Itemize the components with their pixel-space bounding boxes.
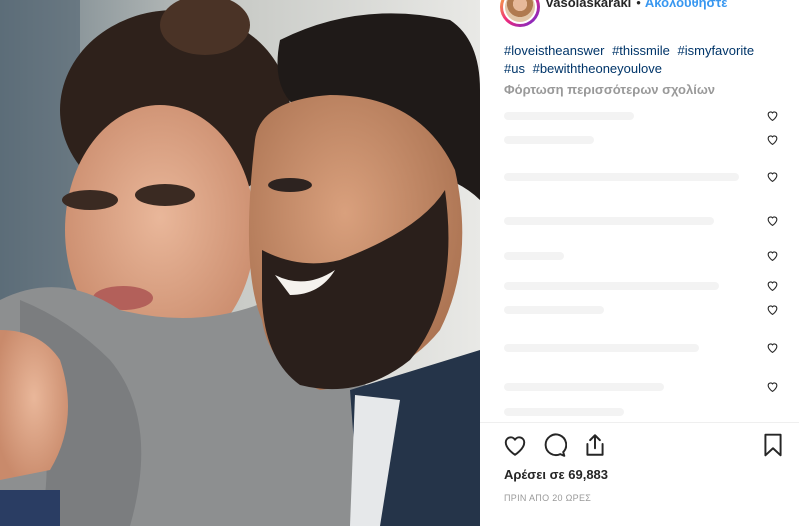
hashtag-link[interactable]: #ismyfavorite [678, 43, 755, 58]
avatar-image [505, 0, 535, 22]
comment-like-heart-icon[interactable] [766, 249, 779, 262]
comment-text-blurred [504, 344, 699, 352]
post-caption: #loveistheanswer #thissmile #ismyfavorit… [504, 42, 784, 78]
comment-text-blurred [504, 306, 604, 314]
couple-photo [0, 0, 480, 526]
avatar[interactable] [500, 0, 540, 27]
comment-like-heart-icon[interactable] [766, 170, 779, 183]
comment-row [504, 405, 779, 417]
comment-text-blurred [504, 252, 564, 260]
comment-text-blurred [504, 383, 664, 391]
comment-row [504, 279, 779, 293]
comment-like-heart-icon[interactable] [766, 109, 779, 122]
comment-like-heart-icon[interactable] [766, 279, 779, 292]
load-more-comments-button[interactable]: Φόρτωση περισσότερων σχολίων [504, 82, 715, 97]
comment-text-blurred [504, 136, 594, 144]
post-actions [502, 432, 787, 460]
comment-text-blurred [504, 408, 624, 416]
comment-text-blurred [504, 112, 634, 120]
comment-text-blurred [504, 173, 739, 181]
follow-button[interactable]: Ακολουθήστε [645, 0, 728, 10]
heart-icon[interactable] [502, 432, 528, 458]
comment-row [504, 341, 779, 355]
comment-like-heart-icon[interactable] [766, 380, 779, 393]
actions-divider [480, 422, 799, 423]
share-icon[interactable] [582, 432, 608, 458]
separator-dot: • [636, 0, 641, 10]
comment-like-heart-icon[interactable] [766, 133, 779, 146]
username-link[interactable]: vasolaskaraki [546, 0, 631, 10]
comment-text-blurred [504, 217, 714, 225]
hashtag-link[interactable]: #loveistheanswer [504, 43, 604, 58]
comment-row [504, 170, 779, 184]
comment-row [504, 133, 779, 147]
comment-like-heart-icon[interactable] [766, 214, 779, 227]
post-photo[interactable] [0, 0, 480, 526]
hashtag-link[interactable]: #bewiththeoneyoulove [533, 61, 662, 76]
bookmark-icon[interactable] [760, 432, 786, 458]
post-timestamp: ΠΡΙΝ ΑΠΟ 20 ΩΡΕΣ [504, 493, 592, 503]
avatar-ring [503, 0, 537, 24]
post-header: vasolaskaraki • Ακολουθήστε [480, 0, 799, 28]
comment-bubble-icon[interactable] [541, 432, 567, 458]
hashtag-link[interactable]: #thissmile [612, 43, 670, 58]
comment-row [504, 109, 779, 123]
comment-row [504, 214, 779, 228]
comment-like-heart-icon[interactable] [766, 303, 779, 316]
comment-text-blurred [504, 282, 719, 290]
likes-count[interactable]: Αρέσει σε 69,883 [504, 467, 608, 482]
hashtag-link[interactable]: #us [504, 61, 525, 76]
comment-row [504, 380, 779, 394]
comment-like-heart-icon[interactable] [766, 341, 779, 354]
comment-row [504, 249, 779, 263]
comment-row [504, 303, 779, 317]
post-sidebar: vasolaskaraki • Ακολουθήστε #loveisthean… [480, 0, 799, 526]
